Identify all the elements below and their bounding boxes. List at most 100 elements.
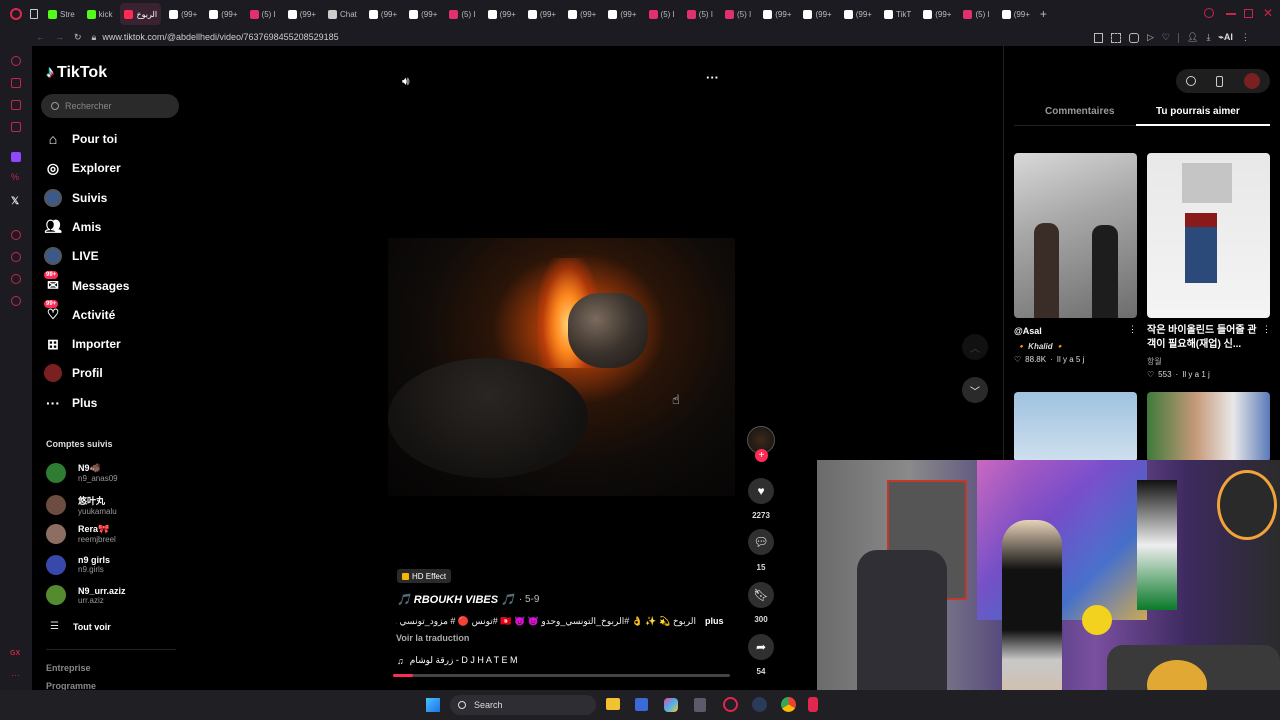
aria-icon[interactable] <box>11 56 21 66</box>
browser-tab[interactable]: (5) I <box>721 3 755 25</box>
gx-icon[interactable]: GX <box>10 650 20 657</box>
store-icon[interactable] <box>635 698 648 711</box>
close-window-icon[interactable]: ✕ <box>1263 6 1273 20</box>
nav-item-activit[interactable]: ♡ 99+ Activité <box>44 299 115 324</box>
browser-tab[interactable]: (5) I <box>645 3 679 25</box>
comment-button[interactable]: 💬︎ <box>748 529 774 555</box>
nav-item-messages[interactable]: ✉ 99+ Messages <box>44 270 129 295</box>
nav-item-explorer[interactable]: ◎ Explorer <box>44 159 121 177</box>
progress-track[interactable] <box>393 674 730 677</box>
more-sidebar-icon[interactable]: ··· <box>11 670 20 680</box>
browser-tab[interactable]: (99+ <box>840 3 876 25</box>
tiktok-logo[interactable]: ♪ TikTok <box>46 64 107 82</box>
phone-icon[interactable] <box>1216 75 1224 87</box>
nav-item-pourtoi[interactable]: ⌂ Pour toi <box>44 130 118 148</box>
suggestion-thumb-2[interactable] <box>1014 392 1137 462</box>
user-avatar[interactable] <box>1243 73 1260 89</box>
copilot-icon[interactable] <box>664 698 678 712</box>
browser-tab[interactable]: Stre <box>44 3 79 25</box>
page-icon[interactable] <box>30 9 38 19</box>
windows-start-icon[interactable] <box>426 698 440 712</box>
suggestion-thumb-3[interactable] <box>1147 392 1270 462</box>
minimize-icon[interactable] <box>1226 13 1236 15</box>
browser-tab[interactable]: (5) I <box>246 3 280 25</box>
browser-tab[interactable]: (99+ <box>604 3 640 25</box>
back-icon[interactable]: ← <box>36 32 45 42</box>
search-input[interactable]: Rechercher <box>65 101 112 111</box>
browser-tab[interactable]: (99+ <box>919 3 955 25</box>
nav-item-live[interactable]: LIVE <box>44 247 99 266</box>
steam-icon[interactable] <box>752 697 767 712</box>
forward-icon[interactable]: → <box>55 32 64 42</box>
followed-account[interactable]: N9🐗 n9_anas09 <box>46 463 118 483</box>
player-icon[interactable] <box>11 230 21 240</box>
twitch-icon[interactable] <box>11 152 21 162</box>
app-icon[interactable] <box>808 697 818 712</box>
adblock-icon[interactable] <box>1129 32 1139 43</box>
nav-item-amis[interactable]: 👥︎ Amis <box>44 218 101 236</box>
heart-icon[interactable]: ♡ <box>1162 32 1170 43</box>
save-button[interactable]: 🔖︎ <box>748 582 774 608</box>
new-tab-button[interactable]: + <box>1040 7 1047 21</box>
nav-item-suivis[interactable]: Suivis <box>44 188 107 207</box>
card-1-user[interactable]: 항월 <box>1147 356 1162 367</box>
history-icon[interactable] <box>11 252 21 262</box>
menu-icon[interactable]: ⋮ <box>1241 32 1250 43</box>
followed-account[interactable]: 悠叶丸 yuukamalu <box>46 494 117 516</box>
suggestion-thumb-0[interactable] <box>1014 153 1137 318</box>
card-1-menu-icon[interactable]: ⋮ <box>1262 324 1271 335</box>
browser-tab[interactable]: (5) I <box>959 3 993 25</box>
messenger-icon[interactable] <box>11 100 21 110</box>
video-player[interactable] <box>388 238 735 496</box>
percent-icon[interactable]: % <box>11 172 19 182</box>
music-line[interactable]: ♫ زرقة لوشام - D J H A T E M <box>397 655 518 666</box>
translate-link[interactable]: Voir la traduction <box>396 633 469 643</box>
calculator-icon[interactable] <box>694 698 706 712</box>
opera-logo-icon[interactable] <box>10 8 22 20</box>
card-0-title[interactable]: @Asal <box>1014 326 1042 336</box>
nav-item-plus[interactable]: ··· Plus <box>44 394 97 412</box>
search-tabs-icon[interactable] <box>1204 8 1214 18</box>
more-options-icon[interactable]: ··· <box>706 70 719 85</box>
chrome-icon[interactable] <box>781 697 796 712</box>
video-author[interactable]: 🎵 RBOUKH VIBES 🎵 <box>397 593 515 606</box>
card-0-user[interactable]: 🔸 Khalid 🔸 <box>1016 342 1065 351</box>
followed-account[interactable]: n9 girls n9.girls <box>46 554 110 575</box>
settings-icon[interactable] <box>11 296 21 306</box>
opera-gx-icon[interactable] <box>723 697 738 712</box>
browser-tab[interactable]: (99+ <box>564 3 600 25</box>
browser-tab[interactable]: (99+ <box>998 3 1034 25</box>
downloads-icon[interactable] <box>11 274 21 284</box>
browser-tab[interactable]: Chat <box>324 3 361 25</box>
volume-icon[interactable]: 🔊︎ <box>402 74 410 89</box>
browser-tab[interactable]: (5) I <box>683 3 717 25</box>
followed-account[interactable]: N9_urr.aziz urr.aziz <box>46 585 126 605</box>
see-all-link[interactable]: ☰ Tout voir <box>50 621 111 632</box>
browser-tab[interactable]: (99+ <box>284 3 320 25</box>
tab-suggestions[interactable]: Tu pourrais aimer <box>1156 106 1240 117</box>
browser-tab[interactable]: (99+ <box>405 3 441 25</box>
ai-button[interactable]: ⌁AI <box>1218 32 1232 43</box>
browser-tab[interactable]: (99+ <box>484 3 520 25</box>
browser-tab[interactable]: TikT <box>880 3 915 25</box>
nav-item-profil[interactable]: Profil <box>44 364 103 383</box>
like-button[interactable]: ♥ <box>748 478 774 504</box>
news-icon[interactable] <box>11 122 21 132</box>
url-field[interactable]: www.tiktok.com/@abdellhedi/video/7637698… <box>102 32 338 42</box>
x-icon[interactable]: 𝕏 <box>11 196 19 207</box>
reload-icon[interactable]: ↻ <box>74 32 82 43</box>
browser-tab[interactable]: (99+ <box>524 3 560 25</box>
card-1-title[interactable]: 작은 바이올린드 들어줄 관객이 필요해(재업) 신... <box>1147 324 1261 352</box>
browser-tab[interactable]: (99+ <box>365 3 401 25</box>
extension-icon[interactable] <box>11 78 21 88</box>
share-button[interactable]: ➦ <box>748 634 774 660</box>
download-icon[interactable]: ⤓ <box>1206 32 1210 43</box>
hd-effect-badge[interactable]: HD Effect <box>397 569 452 583</box>
compass-icon[interactable] <box>1186 76 1197 86</box>
followed-account[interactable]: Rera🎀 reemjbreel <box>46 524 116 544</box>
browser-tab[interactable]: الربوخ <box>120 3 162 25</box>
browser-tab[interactable]: (99+ <box>205 3 241 25</box>
next-video-button[interactable]: ﹀ <box>962 377 988 403</box>
profile-icon[interactable]: 👤︎ <box>1187 32 1198 43</box>
bookmark-icon[interactable] <box>1094 32 1103 43</box>
